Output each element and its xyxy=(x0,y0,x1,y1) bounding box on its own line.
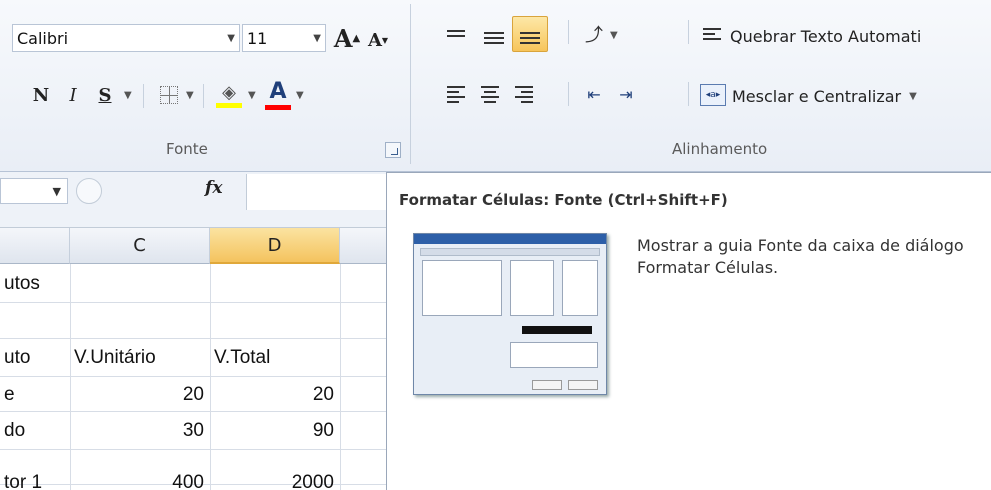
divider xyxy=(688,20,689,44)
group-divider xyxy=(410,4,411,164)
gridline xyxy=(0,302,391,303)
divider xyxy=(203,84,204,108)
divider xyxy=(688,82,689,106)
cancel-circle-icon[interactable] xyxy=(76,178,102,204)
ribbon: Calibri ▼ 11 ▼ A ▲ A ▼ N I S ▼ ▼ ◈ ▼ A ▼… xyxy=(0,0,991,172)
insert-function-button[interactable]: fx xyxy=(205,178,222,198)
shrink-font-button[interactable]: A ▼ xyxy=(364,26,392,54)
chevron-down-icon[interactable]: ▼ xyxy=(248,90,256,101)
cell-d5[interactable]: 90 xyxy=(214,416,334,446)
align-bottom-icon xyxy=(520,32,540,44)
bold-button[interactable]: N xyxy=(28,80,54,110)
align-right-icon xyxy=(515,85,533,103)
cell-d4[interactable]: 20 xyxy=(214,380,334,410)
alignment-group-label: Alinhamento xyxy=(672,140,768,158)
gridline xyxy=(340,264,341,490)
gridline xyxy=(0,411,391,412)
wrap-text-icon xyxy=(700,20,724,48)
align-center-button[interactable] xyxy=(476,80,504,108)
cell-b6[interactable]: tor 1 xyxy=(4,468,70,490)
tooltip-description: Mostrar a guia Fonte da caixa de diálogo… xyxy=(637,236,964,277)
cell-b1[interactable]: utos xyxy=(4,269,70,299)
wrap-text-button[interactable]: Quebrar Texto Automati xyxy=(730,24,921,48)
fill-color-button[interactable]: ◈ xyxy=(214,78,244,112)
cell-c5[interactable]: 30 xyxy=(74,416,204,446)
increase-indent-button[interactable]: ⇥ xyxy=(612,80,640,108)
italic-button[interactable]: I xyxy=(60,80,86,110)
cell-d3[interactable]: V.Total xyxy=(214,343,338,373)
font-name-combo[interactable]: Calibri ▼ xyxy=(12,24,240,52)
chevron-down-icon[interactable]: ▼ xyxy=(186,90,194,101)
decrease-indent-button[interactable]: ⇤ xyxy=(580,80,608,108)
font-size-value: 11 xyxy=(247,28,268,48)
chevron-down-icon[interactable]: ▼ xyxy=(313,33,321,44)
chevron-down-icon[interactable]: ▼ xyxy=(909,91,917,102)
worksheet-grid: C D utos uto V.Unitário V.Total e 20 20 … xyxy=(0,228,391,490)
align-top-icon xyxy=(447,30,465,42)
chevron-down-icon[interactable]: ▼ xyxy=(124,90,132,101)
orientation-button[interactable]: ⤴ xyxy=(580,20,608,48)
font-dialog-launcher-icon[interactable] xyxy=(385,142,401,158)
chevron-down-icon[interactable]: ▼ xyxy=(296,90,304,101)
align-bottom-button[interactable] xyxy=(512,16,548,52)
align-right-button[interactable] xyxy=(510,80,538,108)
grow-font-button[interactable]: A ▲ xyxy=(332,22,362,54)
font-color-swatch xyxy=(265,104,291,110)
formula-bar: ▼ fx xyxy=(0,172,391,228)
formula-input[interactable] xyxy=(246,174,391,210)
cell-b4[interactable]: e xyxy=(4,380,70,410)
align-left-button[interactable] xyxy=(442,80,470,108)
gridline xyxy=(70,264,71,490)
cell-c6[interactable]: 400 xyxy=(74,468,204,490)
tooltip: Formatar Células: Fonte (Ctrl+Shift+F) M… xyxy=(386,172,991,490)
divider xyxy=(143,84,144,108)
chevron-down-icon[interactable]: ▼ xyxy=(227,33,235,44)
borders-button[interactable] xyxy=(156,82,182,108)
divider xyxy=(568,82,569,106)
align-middle-button[interactable] xyxy=(478,22,510,54)
cell-c3[interactable]: V.Unitário xyxy=(74,343,208,373)
font-name-value: Calibri xyxy=(17,28,69,48)
align-top-button[interactable] xyxy=(442,22,470,50)
merge-center-button[interactable]: Mesclar e Centralizar ▼ xyxy=(732,84,917,108)
cell-c4[interactable]: 20 xyxy=(74,380,204,410)
cell-b3[interactable]: uto xyxy=(4,343,70,373)
tooltip-title: Formatar Células: Fonte (Ctrl+Shift+F) xyxy=(399,191,728,209)
decrease-indent-icon: ⇤ xyxy=(587,84,601,104)
column-header-d[interactable]: D xyxy=(210,228,340,264)
excel-window: Calibri ▼ 11 ▼ A ▲ A ▼ N I S ▼ ▼ ◈ ▼ A ▼… xyxy=(0,0,991,490)
format-cells-dialog-preview xyxy=(413,233,607,395)
column-header-b[interactable] xyxy=(0,228,70,264)
paint-bucket-icon: ◈ xyxy=(222,82,236,103)
align-center-icon xyxy=(481,85,499,103)
gridline xyxy=(0,376,391,377)
chevron-down-icon[interactable]: ▼ xyxy=(610,30,618,41)
merge-center-icon: ◂a▸ xyxy=(700,84,726,106)
border-icon xyxy=(160,86,178,104)
cell-b5[interactable]: do xyxy=(4,416,70,446)
align-left-icon xyxy=(447,85,465,103)
divider xyxy=(568,20,569,44)
gridline xyxy=(0,338,391,339)
text-orientation-icon: ⤴ xyxy=(585,25,603,46)
gridline xyxy=(0,449,391,450)
column-header-c[interactable]: C xyxy=(70,228,210,264)
name-box[interactable]: ▼ xyxy=(0,178,68,204)
underline-button[interactable]: S xyxy=(92,80,118,110)
align-middle-icon xyxy=(484,32,504,44)
font-group-label: Fonte xyxy=(166,140,208,158)
font-size-combo[interactable]: 11 ▼ xyxy=(242,24,326,52)
font-color-button[interactable]: A xyxy=(264,76,292,112)
fill-color-swatch xyxy=(216,103,242,108)
gridline xyxy=(210,264,211,490)
column-header-e[interactable] xyxy=(340,228,391,264)
chevron-down-icon[interactable]: ▼ xyxy=(53,185,61,198)
increase-indent-icon: ⇥ xyxy=(619,84,633,104)
cell-d6[interactable]: 2000 xyxy=(214,468,334,490)
